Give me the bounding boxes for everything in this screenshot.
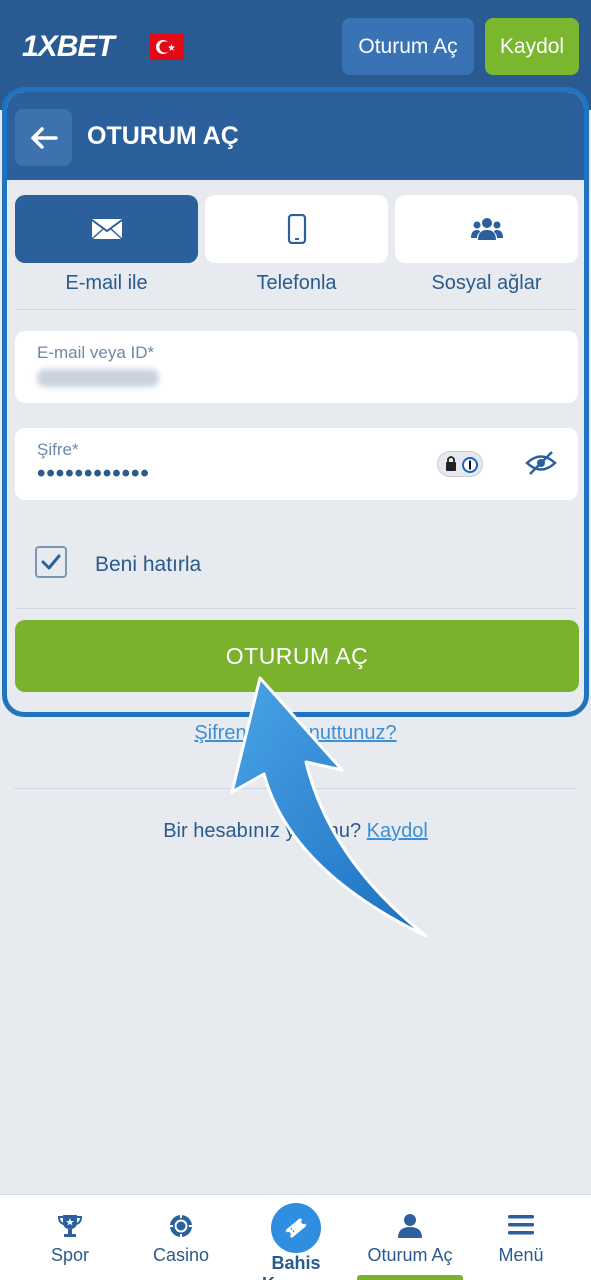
user-icon <box>398 1214 422 1238</box>
divider <box>15 309 577 310</box>
active-tab-indicator <box>357 1275 463 1280</box>
password-manager-icon[interactable] <box>437 451 483 477</box>
header-login-button[interactable]: Oturum Aç <box>342 18 474 75</box>
panel-header: OTURUM AÇ <box>7 92 584 180</box>
turkey-flag-icon[interactable] <box>150 34 184 60</box>
nav-label-oturum-ac: Oturum Aç <box>367 1245 453 1265</box>
password-field-label: Şifre* <box>37 440 79 459</box>
remember-me-label[interactable]: Beni hatırla <box>95 553 201 577</box>
nav-label-spor: Spor <box>50 1245 90 1265</box>
nav-label-menu: Menü <box>498 1245 544 1265</box>
checkmark-icon <box>41 554 61 570</box>
pointer-arrow-icon <box>230 676 428 938</box>
nav-item-bahis-kuponu[interactable]: Bahis Kuponu <box>237 1195 355 1280</box>
nav-item-spor[interactable]: Spor <box>11 1195 129 1280</box>
header-register-button[interactable]: Kaydol <box>485 18 579 75</box>
nav-item-casino[interactable]: Casino <box>122 1195 240 1280</box>
envelope-icon <box>90 219 123 240</box>
phone-icon <box>287 214 306 244</box>
email-field-label: E-mail veya ID* <box>37 343 155 362</box>
password-field-value: •••••••••••• <box>37 460 150 487</box>
back-button[interactable] <box>15 109 72 166</box>
nav-label-casino: Casino <box>152 1245 210 1265</box>
tab-email-label: E-mail ile <box>65 272 148 294</box>
panel-title: OTURUM AÇ <box>87 122 239 150</box>
tab-social-label: Sosyal ağlar <box>431 272 542 294</box>
people-icon <box>470 218 503 240</box>
nav-item-menu[interactable]: Menü <box>462 1195 580 1280</box>
nav-item-oturum-ac[interactable]: Oturum Aç <box>351 1195 469 1280</box>
bottom-navigation: Spor Casino Bahis Kuponu <box>0 1194 591 1280</box>
nav-label-bahis-kuponu: Bahis Kuponu <box>262 1253 330 1280</box>
tab-social[interactable] <box>395 195 578 263</box>
brand-logo[interactable]: 1XBET <box>22 30 115 64</box>
toggle-visibility-eye-icon[interactable] <box>525 450 557 481</box>
password-field[interactable]: Şifre* •••••••••••• <box>15 428 578 500</box>
login-panel: OTURUM AÇ E-mail ile Telefonla Sosyal ağ… <box>2 87 589 717</box>
divider <box>15 608 577 609</box>
ticket-icon <box>271 1203 321 1253</box>
tab-phone-label: Telefonla <box>256 272 337 294</box>
hamburger-menu-icon <box>508 1215 534 1235</box>
back-arrow-icon <box>30 126 58 149</box>
tab-phone[interactable] <box>205 195 388 263</box>
tab-email[interactable] <box>15 195 198 263</box>
casino-chip-icon <box>169 1214 193 1238</box>
remember-me-checkbox[interactable] <box>35 546 67 578</box>
email-field-value-redacted <box>37 369 159 387</box>
trophy-icon <box>57 1215 83 1237</box>
email-field[interactable]: E-mail veya ID* <box>15 331 578 403</box>
